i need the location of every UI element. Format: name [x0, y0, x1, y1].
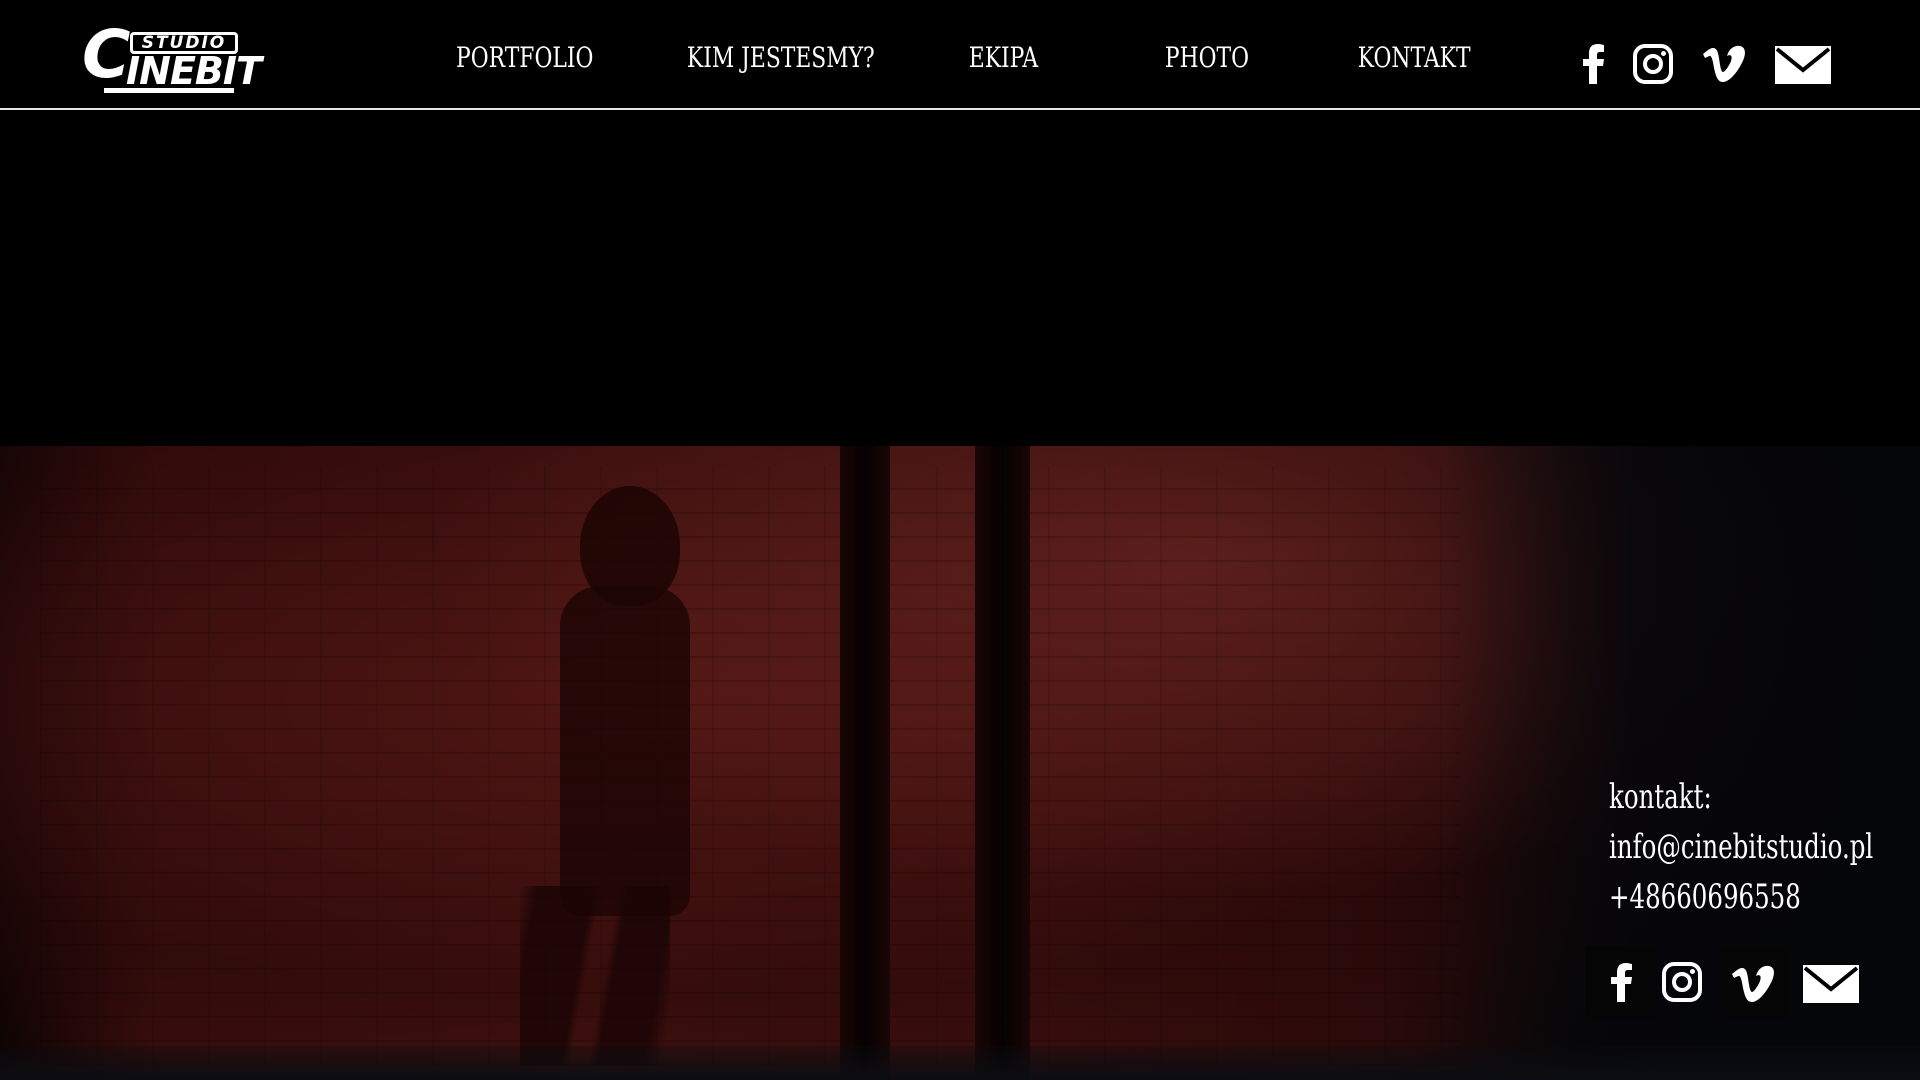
window-pillar-right [975, 446, 1030, 1080]
logo-wordmark: INEBIT [126, 49, 262, 93]
contact-label: kontakt: [1609, 777, 1712, 817]
hero-bottom-fade [0, 1046, 1920, 1080]
footer-mail-icon[interactable] [1803, 965, 1859, 1003]
nav-kim-jestesmy[interactable]: KIM JESTESMY? [687, 38, 875, 78]
figure-silhouette-body [560, 586, 690, 916]
logo-letter-c: C [82, 16, 131, 93]
vimeo-icon[interactable] [1702, 44, 1746, 84]
instagram-icon[interactable] [1633, 44, 1673, 84]
brick-wall [40, 466, 1460, 1066]
window-pillar-left [840, 446, 890, 1080]
facebook-icon[interactable] [1580, 44, 1606, 84]
mail-icon[interactable] [1775, 46, 1831, 84]
contact-email[interactable]: info@cinebitstudio.pl [1609, 824, 1873, 870]
footer-instagram-icon[interactable] [1662, 962, 1702, 1002]
contact-phone[interactable]: +48660696558 [1609, 874, 1801, 920]
nav-portfolio[interactable]: PORTFOLIO [456, 38, 593, 78]
figure-silhouette-legs [520, 886, 670, 1066]
footer-vimeo-icon[interactable] [1718, 946, 1790, 1018]
nav-kontakt[interactable]: KONTAKT [1358, 38, 1471, 78]
nav-ekipa[interactable]: EKIPA [969, 38, 1038, 78]
cinebit-logo[interactable]: C STUDIO INEBIT [82, 22, 262, 94]
logo-underline [104, 88, 234, 93]
site-header: C STUDIO INEBIT PORTFOLIO KIM JESTESMY? … [0, 0, 1920, 110]
nav-photo[interactable]: PHOTO [1165, 38, 1249, 78]
footer-facebook-icon[interactable] [1585, 946, 1657, 1018]
